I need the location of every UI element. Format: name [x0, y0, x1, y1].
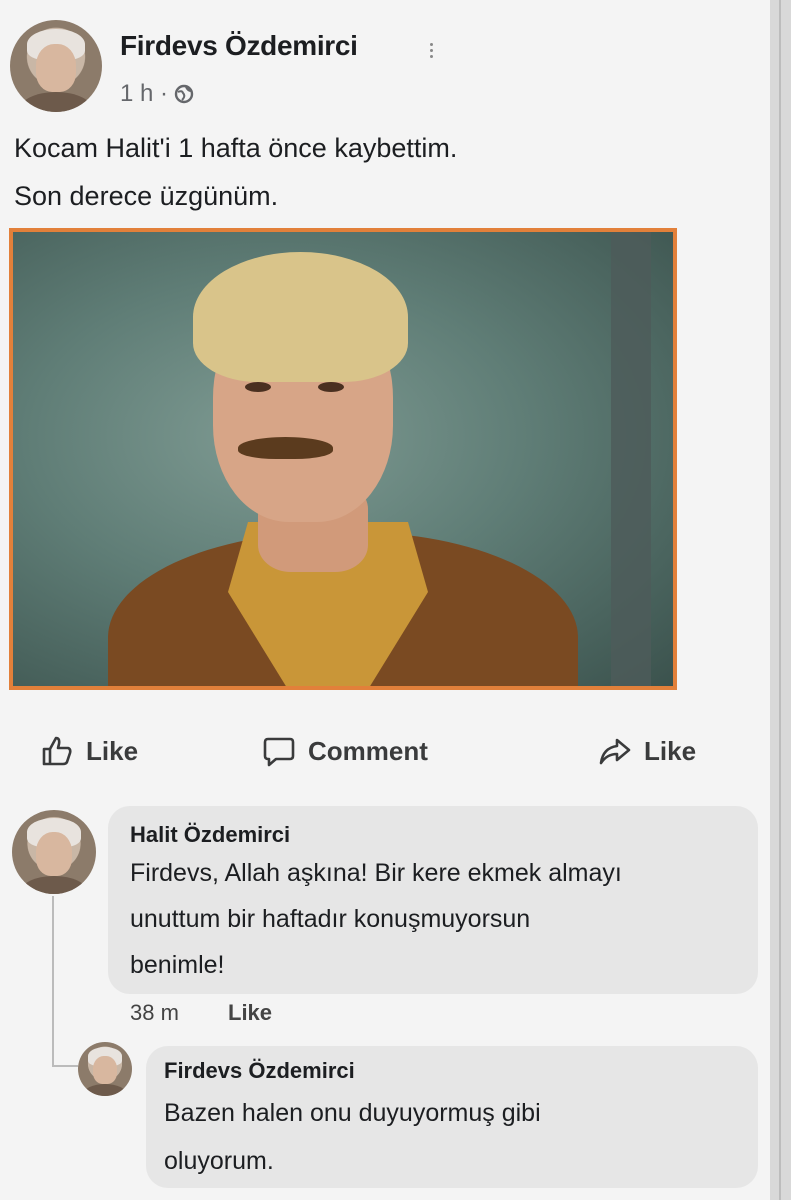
reply-thread-line	[52, 896, 54, 1066]
reply-thread-line	[52, 1065, 78, 1067]
author-avatar[interactable]	[10, 20, 102, 112]
avatar-body	[20, 875, 88, 894]
comment-icon	[263, 737, 295, 767]
commenter-avatar[interactable]	[12, 810, 96, 894]
photo-moustache	[238, 437, 333, 459]
avatar-body	[83, 1084, 127, 1096]
reply-text-line: oluyorum.	[164, 1147, 274, 1175]
share-button[interactable]: Like	[598, 734, 696, 768]
like-button[interactable]: Like	[40, 734, 138, 768]
post-text-line: Kocam Halit'i 1 hafta önce kaybettim.	[14, 133, 458, 163]
globe-icon	[174, 84, 194, 104]
post-card: Firdevs Özdemirci 1 h · Kocam Halit'i 1 …	[0, 0, 770, 1200]
like-label: Like	[86, 735, 139, 766]
photo-eye	[245, 382, 271, 392]
share-icon	[599, 738, 631, 765]
comment-time[interactable]: 38 m	[130, 1000, 179, 1026]
comment-text-line: unuttum bir haftadır konuşmuyorsun	[130, 905, 531, 933]
more-icon[interactable]	[430, 40, 436, 64]
post-actions: Like Comment Like	[0, 720, 770, 780]
thumbs-up-icon	[42, 736, 72, 766]
comment-like-button[interactable]: Like	[228, 1000, 272, 1026]
avatar-face	[93, 1056, 117, 1085]
post-meta: 1 h ·	[120, 80, 194, 108]
comment-text-line: benimle!	[130, 951, 225, 979]
comment-label: Comment	[308, 735, 428, 766]
comment-author[interactable]: Halit Özdemirci	[130, 822, 290, 848]
post-author-name[interactable]: Firdevs Özdemirci	[120, 30, 358, 62]
avatar-face	[35, 43, 77, 92]
post-text-line: Son derece üzgünüm.	[14, 181, 279, 211]
post-photo[interactable]	[9, 228, 677, 690]
photo-eye	[318, 382, 344, 392]
comment-text-line: Firdevs, Allah aşkına! Bir kere ekmek al…	[130, 859, 622, 887]
photo-hair	[193, 252, 408, 382]
avatar-body	[19, 91, 93, 112]
share-label: Like	[644, 735, 697, 766]
reply-author[interactable]: Firdevs Özdemirci	[164, 1058, 355, 1084]
post-time[interactable]: 1 h ·	[120, 80, 168, 108]
comment-button[interactable]: Comment	[262, 734, 428, 768]
scrollbar-track[interactable]	[779, 0, 781, 1200]
reply-text-line: Bazen halen onu duyuyormuş gibi	[164, 1099, 541, 1127]
photo-backdrop-strip	[611, 232, 651, 686]
reply-avatar[interactable]	[78, 1042, 132, 1096]
avatar-face	[35, 831, 73, 876]
